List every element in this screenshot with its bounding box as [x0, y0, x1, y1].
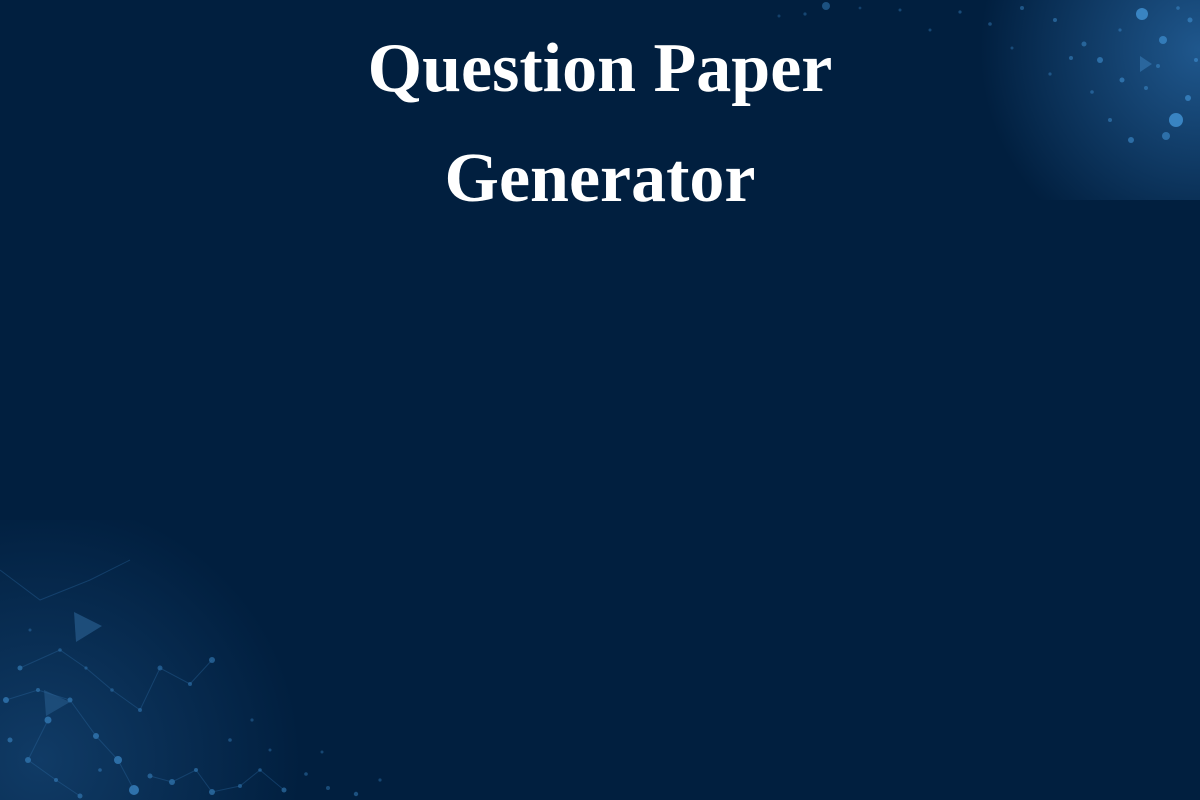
- slide-title: Question Paper Generator: [0, 14, 1200, 234]
- title-slide: Question Paper Generator: [0, 0, 1200, 800]
- bottom-left-glow: [0, 520, 320, 800]
- slide-title-line-1: Question Paper: [367, 30, 833, 107]
- slide-title-line-2: Generator: [444, 140, 756, 217]
